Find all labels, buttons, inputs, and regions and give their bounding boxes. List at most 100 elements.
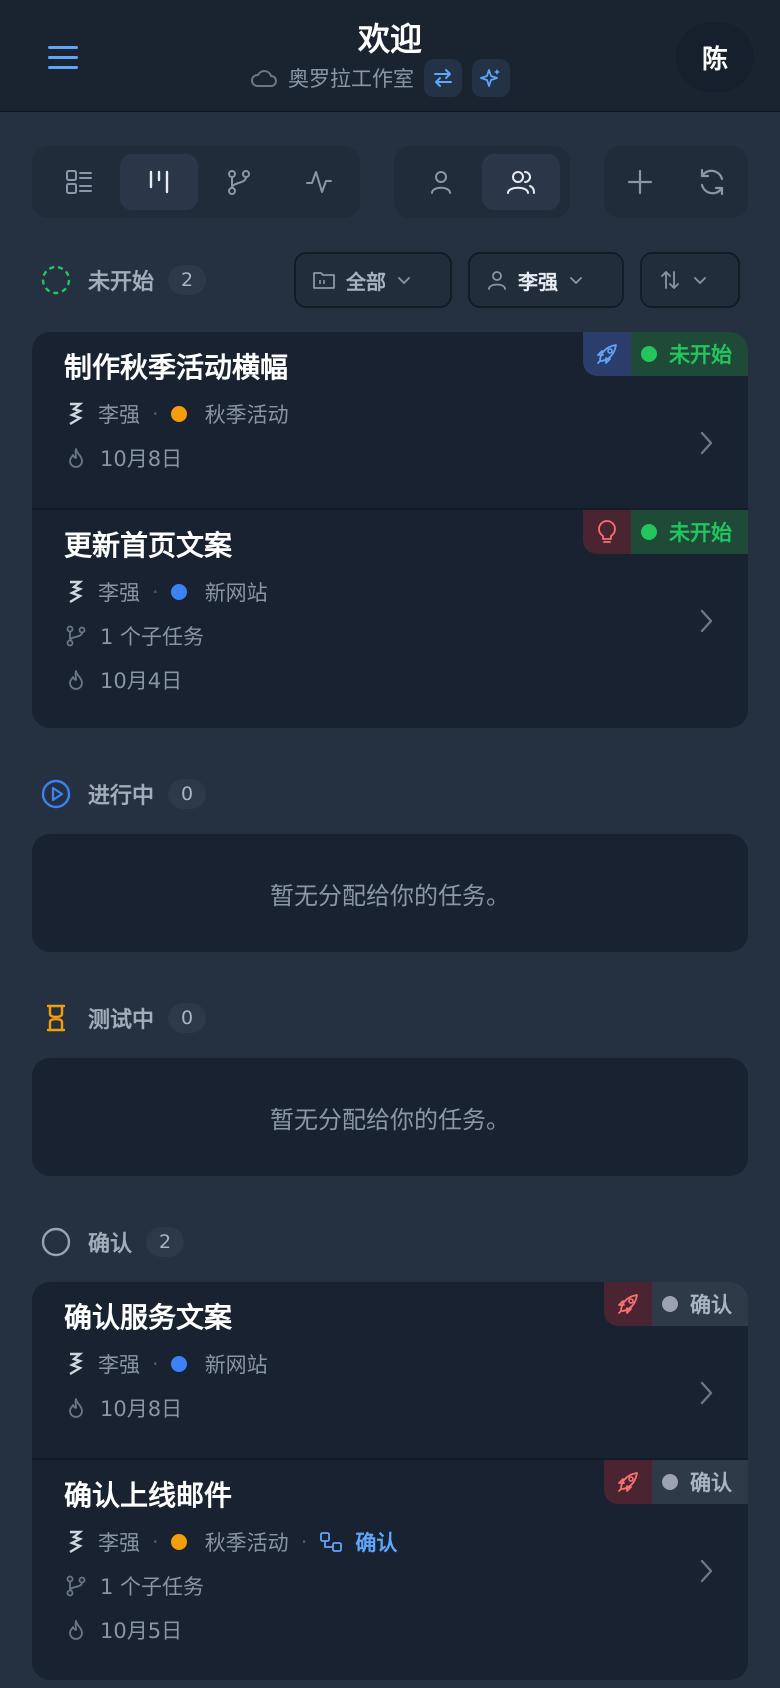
task-card[interactable]: 确认服务文案 李强 · 新网站 10月8日 确认	[32, 1282, 748, 1458]
section-label: 进行中	[88, 784, 155, 809]
chevron-right-icon[interactable]	[694, 1376, 718, 1410]
status-badge: 确认	[604, 1460, 748, 1504]
list-view-button[interactable]	[40, 154, 118, 210]
refresh-button[interactable]	[676, 154, 748, 210]
assignee-filter[interactable]: 李强	[468, 252, 624, 308]
cloud-icon	[251, 70, 277, 87]
assignee-filter-value: 李强	[518, 269, 558, 294]
task-assignee: 李强	[98, 403, 140, 427]
task-meta: 李强 · 新网站	[64, 576, 268, 608]
status-label: 未开始	[669, 521, 732, 545]
task-card[interactable]: 确认上线邮件 李强 · 秋季活动 · 确认 1 个子任务 10月5日 确认	[32, 1460, 748, 1680]
sort-arrows-icon	[661, 271, 679, 289]
empty-state: 暂无分配给你的任务。	[32, 1058, 748, 1176]
project-color-dot	[170, 406, 187, 422]
task-title: 确认服务文案	[64, 1301, 233, 1334]
section-count: 0	[168, 1003, 207, 1033]
subtask-count: 1 个子任务	[100, 1575, 205, 1599]
type-badge	[604, 1282, 652, 1326]
status-pill: 未开始	[631, 510, 748, 554]
task-title: 更新首页文案	[64, 529, 233, 562]
section-header-not-started[interactable]: 未开始 2	[40, 260, 207, 300]
activity-view-button[interactable]	[280, 154, 358, 210]
workflow-label[interactable]: 确认	[355, 1527, 397, 1557]
flame-icon	[69, 1620, 83, 1640]
task-project: 新网站	[204, 581, 268, 605]
plus-icon	[627, 169, 653, 195]
status-pill: 未开始	[631, 332, 748, 376]
task-due: 10月5日	[64, 1614, 182, 1646]
workflow-icon	[320, 1532, 343, 1552]
task-date: 10月8日	[100, 1397, 183, 1421]
chevron-right-icon[interactable]	[694, 426, 718, 460]
hourglass-icon	[46, 1004, 66, 1032]
user-avatar[interactable]: 陈	[676, 22, 754, 92]
project-color-dot	[170, 584, 187, 600]
task-card[interactable]: 制作秋季活动横幅 李强 · 秋季活动 10月8日 未开始	[32, 332, 748, 508]
section-header-confirm[interactable]: 确认 2	[40, 1222, 185, 1262]
switch-workspace-button[interactable]	[424, 59, 462, 97]
add-task-button[interactable]	[604, 154, 676, 210]
board-view-button[interactable]	[120, 154, 198, 210]
flame-icon	[69, 448, 83, 468]
list-icon	[66, 170, 92, 194]
section-count: 2	[146, 1227, 185, 1257]
branch-view-button[interactable]	[200, 154, 278, 210]
scope-switcher	[394, 146, 570, 218]
section-header-in-progress[interactable]: 进行中 0	[40, 774, 207, 814]
page-title: 欢迎	[357, 20, 422, 58]
sort-button[interactable]	[640, 252, 740, 308]
refresh-icon	[700, 168, 724, 196]
status-label: 未开始	[669, 343, 732, 367]
task-card[interactable]: 更新首页文案 李强 · 新网站 1 个子任务 10月4日 未开始	[32, 510, 748, 728]
section-label: 确认	[88, 1232, 133, 1257]
section-header-testing[interactable]: 测试中 0	[40, 998, 207, 1038]
rocket-icon	[618, 1472, 638, 1492]
lightbulb-icon	[598, 520, 616, 543]
assignee-avatar-icon	[64, 1351, 86, 1377]
section-label: 未开始	[88, 270, 155, 295]
team-tasks-button[interactable]	[482, 154, 560, 210]
status-pill: 确认	[652, 1282, 748, 1326]
section-count: 0	[168, 779, 207, 809]
project-filter-value: 全部	[346, 269, 386, 294]
app-header: 欢迎 奥罗拉工作室 陈	[0, 0, 780, 112]
flame-icon	[69, 1398, 83, 1418]
task-assignee: 李强	[98, 1531, 140, 1555]
task-title: 确认上线邮件	[64, 1479, 233, 1512]
empty-state: 暂无分配给你的任务。	[32, 834, 748, 952]
task-due: 10月8日	[64, 1392, 182, 1424]
project-filter[interactable]: 全部	[294, 252, 452, 308]
dashed-circle-icon	[41, 265, 71, 295]
type-badge	[583, 332, 631, 376]
my-tasks-button[interactable]	[402, 154, 480, 210]
task-due: 10月4日	[64, 664, 182, 696]
task-due: 10月8日	[64, 442, 182, 474]
view-switcher	[32, 146, 360, 218]
status-badge: 未开始	[583, 332, 748, 376]
users-icon	[507, 171, 535, 194]
git-branch-icon	[66, 625, 86, 647]
rocket-icon	[597, 344, 617, 364]
task-project: 秋季活动	[204, 1531, 289, 1555]
ai-assist-button[interactable]	[472, 59, 510, 97]
kanban-icon	[149, 170, 169, 194]
workspace-name[interactable]: 奥罗拉工作室	[288, 63, 414, 93]
action-group	[604, 146, 748, 218]
chevron-down-icon	[694, 277, 706, 284]
chevron-down-icon	[570, 277, 582, 284]
assignee-avatar-icon	[64, 401, 86, 427]
sparkles-icon	[480, 69, 500, 87]
play-circle-icon	[41, 779, 71, 809]
assignee-avatar-icon	[64, 1529, 86, 1555]
section-count: 2	[168, 265, 207, 295]
task-subtasks: 1 个子任务	[64, 620, 204, 652]
section-label: 测试中	[88, 1008, 155, 1033]
chevron-right-icon[interactable]	[694, 604, 718, 638]
workspace-row: 奥罗拉工作室	[250, 59, 510, 97]
task-list-not-started: 制作秋季活动横幅 李强 · 秋季活动 10月8日 未开始 更新首页文案 李强 ·…	[32, 332, 748, 728]
project-color-dot	[170, 1356, 187, 1372]
chevron-right-icon[interactable]	[694, 1554, 718, 1588]
project-color-dot	[170, 1534, 187, 1550]
task-assignee: 李强	[98, 581, 140, 605]
